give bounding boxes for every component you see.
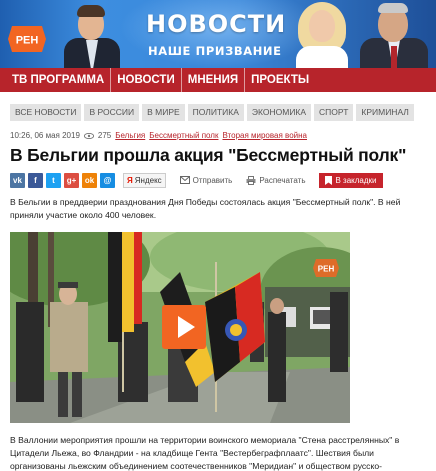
category-all-news[interactable]: ВСЕ НОВОСТИ — [10, 104, 82, 121]
presenter-right-image — [358, 0, 430, 68]
share-bar: vk f t g+ ok @ Я Яндекс Отправить Распеч… — [10, 172, 383, 188]
print-button[interactable]: Распечатать — [246, 176, 305, 185]
play-icon[interactable] — [162, 305, 206, 349]
twitter-icon[interactable]: t — [46, 172, 61, 188]
article-paragraph: В Валлонии мероприятия прошли на террито… — [10, 435, 400, 471]
print-label: Распечатать — [259, 175, 306, 185]
video-logo-text: РЕН — [318, 265, 335, 274]
tag-belgium[interactable]: Бельгия — [115, 131, 145, 140]
category-russia[interactable]: В РОССИИ — [84, 104, 140, 121]
envelope-icon — [179, 176, 190, 184]
video-player[interactable]: РЕН — [10, 232, 350, 423]
yandex-label: Яндекс — [134, 175, 162, 185]
site-banner: РЕН НОВОСТИ НАШЕ ПРИЗВАНИЕ — [0, 0, 436, 68]
yandex-button[interactable]: Я Яндекс — [123, 172, 166, 188]
bookmark-label: В закладки — [335, 175, 377, 185]
play-triangle — [177, 316, 195, 338]
vk-icon[interactable]: vk — [10, 172, 25, 188]
nav-item-projects[interactable]: ПРОЕКТЫ — [245, 68, 315, 92]
ren-tv-logo[interactable]: РЕН — [6, 22, 48, 56]
views-count: 275 — [97, 131, 112, 140]
video-channel-logo: РЕН — [312, 257, 340, 284]
article-lead: В Бельгии в преддверии празднования Дня … — [10, 197, 401, 220]
yandex-icon: Я — [127, 175, 133, 185]
google-plus-icon[interactable]: g+ — [64, 172, 79, 188]
article-meta: 10:26, 06 мая 2019 275 Бельгия Бессмертн… — [10, 131, 307, 140]
presenter-center-image — [292, 0, 352, 68]
tag-ww2[interactable]: Вторая мировая война — [222, 131, 307, 140]
article-headline: В Бельгии прошла акция "Бессмертный полк… — [10, 145, 407, 165]
category-politics[interactable]: ПОЛИТИКА — [187, 104, 244, 121]
main-nav: ТВ ПРОГРАММА НОВОСТИ МНЕНИЯ ПРОЕКТЫ — [0, 68, 436, 92]
printer-icon — [246, 175, 256, 185]
nav-item-news[interactable]: НОВОСТИ — [111, 68, 182, 92]
category-world[interactable]: В МИРЕ — [142, 104, 185, 121]
presenter-left-image — [62, 0, 122, 68]
views-eye-icon — [83, 132, 94, 139]
send-label: Отправить — [192, 175, 233, 185]
publish-datetime: 10:26, 06 мая 2019 — [10, 131, 80, 140]
banner-subtitle: НАШЕ ПРИЗВАНИЕ — [148, 44, 282, 58]
category-economy[interactable]: ЭКОНОМИКА — [246, 104, 312, 121]
nav-item-opinions[interactable]: МНЕНИЯ — [182, 68, 246, 92]
bookmark-button[interactable]: В закладки — [319, 172, 383, 188]
category-nav: ВСЕ НОВОСТИ В РОССИИ В МИРЕ ПОЛИТИКА ЭКО… — [10, 104, 414, 121]
tag-immortal-regiment[interactable]: Бессмертный полк — [149, 131, 218, 140]
banner-title: НОВОСТИ — [146, 10, 287, 38]
send-button[interactable]: Отправить — [179, 175, 233, 185]
nav-item-tv-program[interactable]: ТВ ПРОГРАММА — [6, 68, 112, 92]
category-sport[interactable]: СПОРТ — [314, 104, 354, 121]
facebook-icon[interactable]: f — [28, 172, 43, 188]
mail-ru-icon[interactable]: @ — [100, 172, 115, 188]
logo-text: РЕН — [16, 35, 39, 47]
category-crime[interactable]: КРИМИНАЛ — [356, 104, 414, 121]
bookmark-icon — [325, 175, 333, 185]
odnoklassniki-icon[interactable]: ok — [82, 172, 97, 188]
